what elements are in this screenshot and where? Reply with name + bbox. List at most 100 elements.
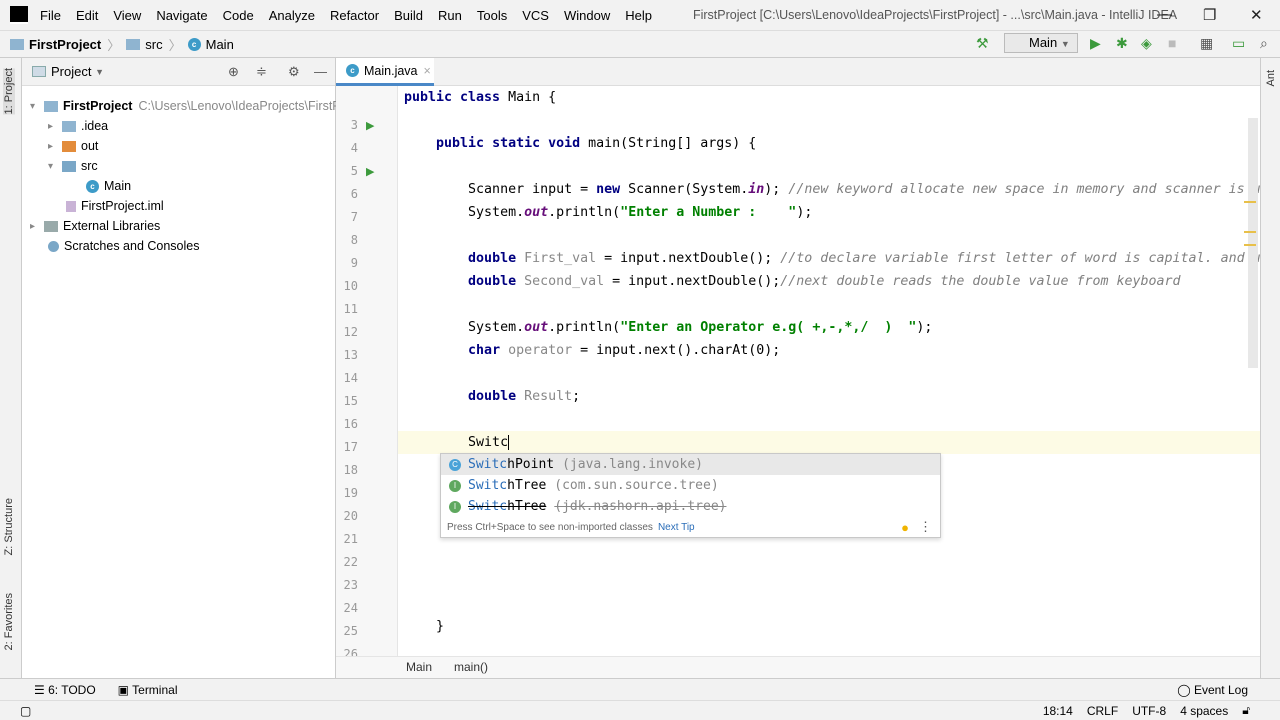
chevron-down-icon[interactable]: ▾ bbox=[30, 101, 44, 112]
line-separator[interactable]: CRLF bbox=[1087, 704, 1118, 718]
breadcrumb-method[interactable]: main() bbox=[454, 660, 488, 674]
terminal-tab[interactable]: ▣ Terminal bbox=[118, 683, 178, 697]
code-line[interactable]: public static void main(String[] args) { bbox=[404, 132, 756, 155]
completion-item[interactable]: C SwitchPoint (java.lang.invoke) bbox=[441, 454, 940, 475]
menu-code[interactable]: Code bbox=[223, 8, 254, 23]
tree-item[interactable]: FirstProject.iml bbox=[66, 196, 164, 216]
structure-tool-tab[interactable]: Z: Structure bbox=[3, 498, 15, 555]
chevron-down-icon[interactable]: ▾ bbox=[48, 161, 62, 172]
warning-marker[interactable] bbox=[1244, 244, 1256, 246]
line-number: 24 bbox=[343, 601, 358, 615]
chevron-right-icon[interactable]: ▸ bbox=[48, 121, 62, 132]
toggle-tool-windows-icon[interactable]: ▢ bbox=[20, 704, 31, 718]
line-number: 9 bbox=[350, 256, 358, 270]
code-token: public class bbox=[404, 90, 509, 105]
crumb-label: Main bbox=[205, 36, 234, 52]
code-token: //to declare variable first letter of wo… bbox=[780, 251, 1261, 266]
code-line[interactable]: } bbox=[404, 615, 444, 638]
lightbulb-icon[interactable]: ● bbox=[901, 520, 909, 535]
code-line[interactable]: Switc bbox=[404, 431, 510, 454]
menu-view[interactable]: View bbox=[113, 8, 141, 23]
project-panel: Project ▼ ⊕ ≑ ⚙ — ▾ FirstProject C:\Users\… bbox=[22, 58, 355, 678]
crumb-project[interactable]: FirstProject 〉 bbox=[10, 35, 120, 54]
menu-file[interactable]: File bbox=[40, 8, 61, 23]
minimize-button[interactable]: — bbox=[1157, 6, 1172, 23]
next-tip-link[interactable]: Next Tip bbox=[658, 522, 695, 533]
menu-refactor[interactable]: Refactor bbox=[330, 8, 379, 23]
completion-name: SwitchTree bbox=[468, 499, 546, 514]
run-config-select[interactable]: Main ▼ bbox=[1004, 33, 1078, 53]
locate-icon[interactable]: ⊕ bbox=[228, 64, 239, 80]
project-tool-tab[interactable]: 1: Project bbox=[3, 68, 15, 115]
completion-item[interactable]: I SwitchTree (jdk.nashorn.api.tree) bbox=[441, 496, 940, 517]
tree-item[interactable]: ▸ .idea bbox=[48, 116, 108, 136]
menu-vcs[interactable]: VCS bbox=[522, 8, 549, 23]
tree-item[interactable]: ▾ FirstProject C:\Users\Lenovo\IdeaProject… bbox=[30, 96, 355, 116]
code-line[interactable]: double First_val = input.nextDouble(); /… bbox=[404, 247, 1261, 270]
run-gutter-icon[interactable]: ▶ bbox=[366, 165, 374, 178]
menu-navigate[interactable]: Navigate bbox=[156, 8, 207, 23]
tree-item[interactable]: ▸ out bbox=[48, 136, 98, 156]
code-token: out bbox=[524, 205, 549, 220]
menu-help[interactable]: Help bbox=[625, 8, 652, 23]
line-number: 13 bbox=[343, 348, 358, 362]
debug-icon[interactable]: ✱ bbox=[1116, 35, 1128, 52]
chevron-right-icon[interactable]: ▸ bbox=[48, 141, 62, 152]
menu-tools[interactable]: Tools bbox=[477, 8, 507, 23]
code-line[interactable]: public class Main { bbox=[404, 86, 556, 109]
more-options-icon[interactable]: ⋮ bbox=[919, 519, 932, 535]
line-number: 8 bbox=[350, 233, 358, 247]
tab-main-java[interactable]: c Main.java × bbox=[336, 58, 434, 86]
code-line[interactable]: double Second_val = input.nextDouble();/… bbox=[404, 270, 1181, 293]
collapse-all-icon[interactable]: ≑ bbox=[256, 64, 267, 80]
close-window-button[interactable]: ✕ bbox=[1250, 6, 1263, 24]
tree-item-label: src bbox=[81, 159, 98, 173]
crumb-src[interactable]: src 〉 bbox=[126, 35, 182, 54]
lock-icon[interactable]: 🔓︎ bbox=[1242, 703, 1250, 718]
tree-item[interactable]: ▸ External Libraries bbox=[30, 216, 160, 236]
gutter[interactable]: 3 ▶ 4 5 ▶ 6 7 8 9 10 11 12 13 14 15 16 17 18 19 20 21 22 23 24 2… bbox=[336, 86, 398, 684]
breadcrumb-class[interactable]: Main bbox=[406, 660, 432, 674]
stop-icon[interactable]: ■ bbox=[1168, 35, 1176, 51]
build-hammer-icon[interactable]: ⚒ bbox=[976, 35, 989, 52]
caret-position[interactable]: 18:14 bbox=[1043, 704, 1073, 718]
tree-item[interactable]: ▾ src bbox=[48, 156, 98, 176]
project-structure-icon[interactable]: ▦ bbox=[1200, 35, 1213, 52]
search-everywhere-icon[interactable]: ⌕ bbox=[1260, 35, 1268, 52]
menu-analyze[interactable]: Analyze bbox=[269, 8, 315, 23]
gear-icon[interactable]: ⚙ bbox=[288, 64, 300, 80]
coverage-icon[interactable]: ◈ bbox=[1141, 35, 1152, 52]
maximize-button[interactable]: ❐ bbox=[1203, 6, 1216, 24]
menu-run[interactable]: Run bbox=[438, 8, 462, 23]
ant-tool-tab[interactable]: Ant bbox=[1265, 70, 1277, 87]
menu-edit[interactable]: Edit bbox=[76, 8, 98, 23]
code-line[interactable]: Scanner input = new Scanner(System.in); … bbox=[404, 178, 1261, 201]
code-line[interactable]: System.out.println("Enter an Operator e.… bbox=[404, 316, 932, 339]
crumb-main[interactable]: c Main bbox=[187, 36, 234, 52]
todo-tab[interactable]: ☰ 6: TODO bbox=[34, 683, 96, 697]
layout-icon[interactable]: ▭ bbox=[1232, 35, 1245, 52]
favorites-tool-tab[interactable]: 2: Favorites bbox=[3, 593, 15, 650]
menu-build[interactable]: Build bbox=[394, 8, 423, 23]
close-tab-icon[interactable]: × bbox=[424, 64, 431, 78]
tree-item[interactable]: Scratches and Consoles bbox=[48, 236, 200, 256]
code-line[interactable]: System.out.println("Enter a Number : "); bbox=[404, 201, 812, 224]
menu-window[interactable]: Window bbox=[564, 8, 610, 23]
event-log-tab[interactable]: ◯ Event Log bbox=[1177, 683, 1248, 697]
chevron-right-icon[interactable]: ▸ bbox=[30, 221, 44, 232]
line-number: 14 bbox=[343, 371, 358, 385]
code-line[interactable]: double Result; bbox=[404, 385, 580, 408]
run-icon[interactable]: ▶ bbox=[1090, 35, 1101, 52]
warning-marker[interactable] bbox=[1244, 231, 1256, 233]
run-gutter-icon[interactable]: ▶ bbox=[366, 119, 374, 132]
tree-item[interactable]: c Main bbox=[86, 176, 131, 196]
hide-icon[interactable]: — bbox=[314, 64, 327, 79]
file-encoding[interactable]: UTF-8 bbox=[1132, 704, 1166, 718]
editor-scrollbar[interactable] bbox=[1248, 118, 1258, 368]
warning-marker[interactable] bbox=[1244, 201, 1256, 203]
code-line[interactable]: char operator = input.next().charAt(0); bbox=[404, 339, 780, 362]
code-token: Switc bbox=[404, 435, 509, 450]
completion-item[interactable]: I SwitchTree (com.sun.source.tree) bbox=[441, 475, 940, 496]
indent-setting[interactable]: 4 spaces bbox=[1180, 704, 1228, 718]
project-view-select[interactable]: Project bbox=[51, 64, 91, 79]
